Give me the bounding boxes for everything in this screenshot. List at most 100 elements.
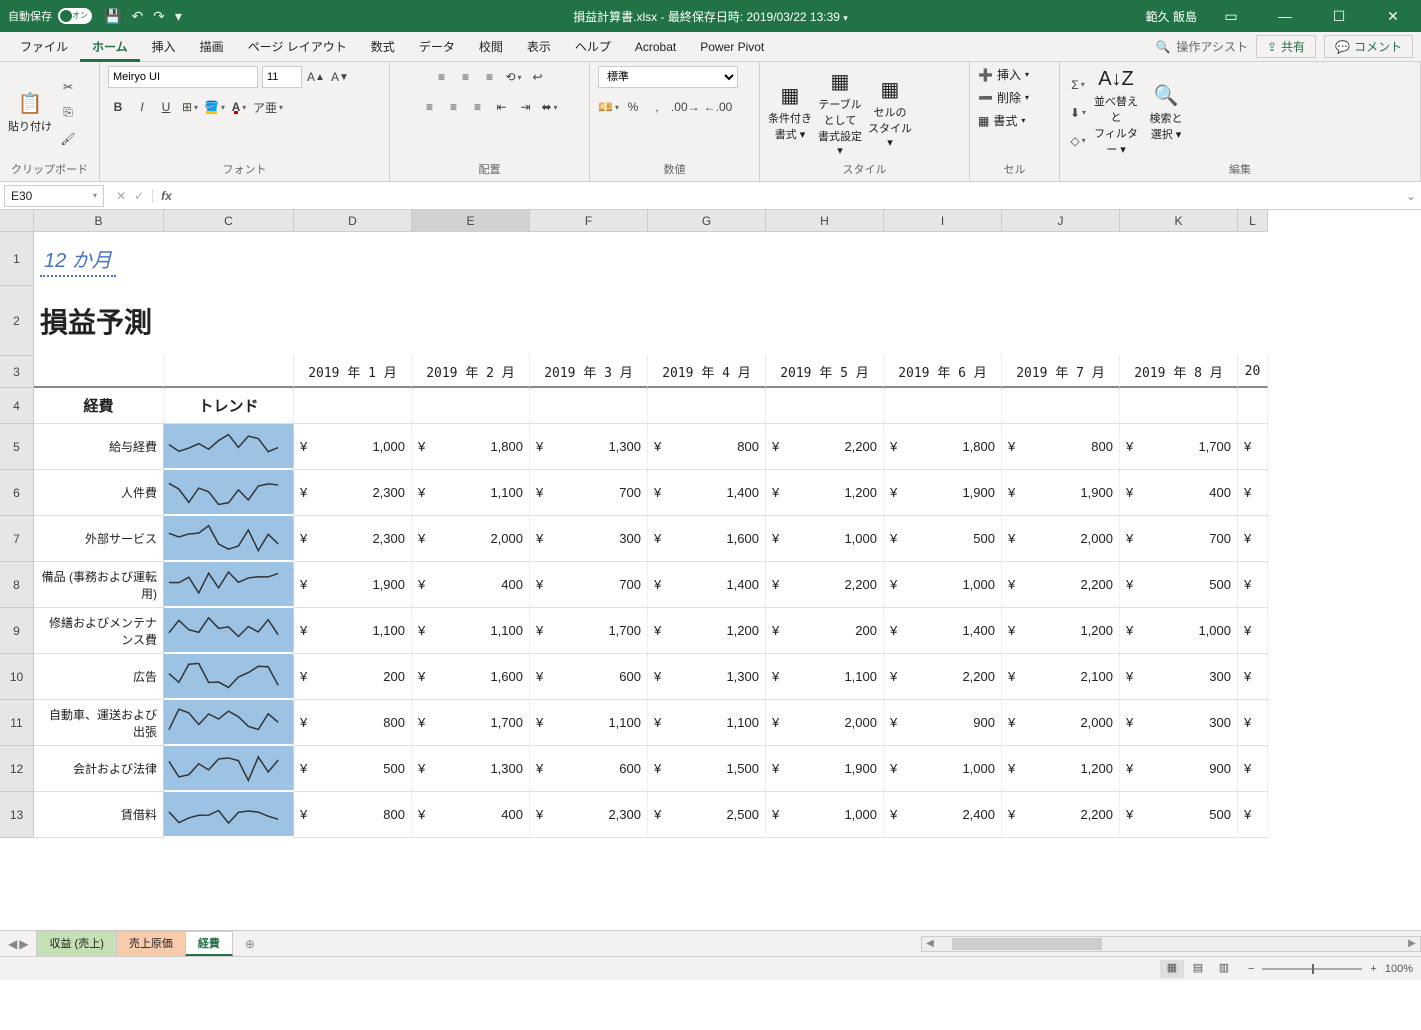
value-cell[interactable]: ¥1,800 <box>412 424 530 470</box>
sparkline-cell[interactable] <box>164 516 294 562</box>
value-cell[interactable]: ¥1,000 <box>766 516 884 562</box>
value-cell[interactable]: ¥1,300 <box>648 654 766 700</box>
align-top-icon[interactable]: ≡ <box>432 66 452 88</box>
format-as-table-button[interactable]: ▦テーブルとして 書式設定 ▾ <box>818 83 862 143</box>
value-cell[interactable]: ¥ <box>1238 654 1268 700</box>
share-button[interactable]: ⇪共有 <box>1256 35 1316 58</box>
cell[interactable] <box>164 232 294 286</box>
row-header-7[interactable]: 7 <box>0 516 34 562</box>
column-header-K[interactable]: K <box>1120 210 1238 232</box>
insert-cells-button[interactable]: ➕挿入▾ <box>978 66 1029 83</box>
tab-view[interactable]: 表示 <box>515 32 563 62</box>
value-cell[interactable]: ¥2,000 <box>766 700 884 746</box>
sparkline-cell[interactable] <box>164 654 294 700</box>
value-cell[interactable]: ¥1,200 <box>648 608 766 654</box>
fill-color-button[interactable]: 🪣 <box>204 96 225 118</box>
value-cell[interactable]: ¥ <box>1238 792 1268 838</box>
tab-formulas[interactable]: 数式 <box>359 32 407 62</box>
zoom-level[interactable]: 100% <box>1385 963 1413 975</box>
page-break-view-icon[interactable]: ▥ <box>1212 960 1236 978</box>
tab-pagelayout[interactable]: ページ レイアウト <box>236 32 359 62</box>
cell[interactable] <box>884 286 1002 356</box>
redo-icon[interactable]: ↷ <box>153 8 165 25</box>
value-cell[interactable]: ¥600 <box>530 654 648 700</box>
row-header-5[interactable]: 5 <box>0 424 34 470</box>
column-header-H[interactable]: H <box>766 210 884 232</box>
sort-filter-button[interactable]: A↓Z並べ替えと フィルター ▾ <box>1094 83 1138 143</box>
qat-dropdown-icon[interactable]: ▾ <box>175 8 182 25</box>
value-cell[interactable]: ¥500 <box>294 746 412 792</box>
column-header-E[interactable]: E <box>412 210 530 232</box>
font-size-select[interactable] <box>262 66 302 88</box>
value-cell[interactable]: ¥2,400 <box>884 792 1002 838</box>
sheet-nav-next-icon[interactable]: ▶ <box>19 937 28 951</box>
page-layout-view-icon[interactable]: ▤ <box>1186 960 1210 978</box>
close-icon[interactable]: ✕ <box>1373 8 1413 25</box>
cell[interactable] <box>294 388 412 424</box>
cell[interactable] <box>1238 388 1268 424</box>
value-cell[interactable]: ¥700 <box>530 562 648 608</box>
cell[interactable] <box>34 356 164 388</box>
value-cell[interactable]: ¥1,100 <box>530 700 648 746</box>
sparkline-cell[interactable] <box>164 700 294 746</box>
cell[interactable] <box>294 232 412 286</box>
row-label[interactable]: 備品 (事務および運転用) <box>34 562 164 608</box>
value-cell[interactable]: ¥400 <box>412 562 530 608</box>
value-cell[interactable]: ¥1,300 <box>530 424 648 470</box>
format-cells-button[interactable]: ▦書式▾ <box>978 112 1025 129</box>
trend-header[interactable]: トレンド <box>164 388 294 424</box>
cell[interactable] <box>294 286 412 356</box>
cell[interactable] <box>766 286 884 356</box>
cell[interactable] <box>164 356 294 388</box>
value-cell[interactable]: ¥ <box>1238 700 1268 746</box>
increase-decimal-icon[interactable]: .00→ <box>671 96 700 118</box>
cell[interactable] <box>1238 286 1268 356</box>
column-header-J[interactable]: J <box>1002 210 1120 232</box>
sparkline-cell[interactable] <box>164 792 294 838</box>
row-header-3[interactable]: 3 <box>0 356 34 388</box>
value-cell[interactable]: ¥1,600 <box>412 654 530 700</box>
month-header[interactable]: 2019 年 1 月 <box>294 356 412 388</box>
sparkline-cell[interactable] <box>164 470 294 516</box>
decrease-font-icon[interactable]: A▼ <box>330 66 350 88</box>
value-cell[interactable]: ¥1,000 <box>766 792 884 838</box>
value-cell[interactable]: ¥2,200 <box>884 654 1002 700</box>
paste-button[interactable]: 📋貼り付け <box>8 83 52 143</box>
value-cell[interactable]: ¥500 <box>884 516 1002 562</box>
italic-button[interactable]: I <box>132 96 152 118</box>
orientation-icon[interactable]: ⟲ <box>504 66 524 88</box>
fill-icon[interactable]: ⬇ <box>1068 102 1088 124</box>
value-cell[interactable]: ¥700 <box>1120 516 1238 562</box>
row-header-12[interactable]: 12 <box>0 746 34 792</box>
normal-view-icon[interactable]: ▦ <box>1160 960 1184 978</box>
value-cell[interactable]: ¥2,200 <box>1002 792 1120 838</box>
column-header-L[interactable]: L <box>1238 210 1268 232</box>
cell[interactable] <box>1120 388 1238 424</box>
fx-icon[interactable]: fx <box>153 189 180 203</box>
column-headers[interactable]: BCDEFGHIJKL <box>34 210 1268 232</box>
column-header-C[interactable]: C <box>164 210 294 232</box>
sparkline-cell[interactable] <box>164 424 294 470</box>
cell[interactable] <box>164 286 294 356</box>
value-cell[interactable]: ¥500 <box>1120 792 1238 838</box>
zoom-in-icon[interactable]: + <box>1370 963 1376 975</box>
value-cell[interactable]: ¥1,100 <box>648 700 766 746</box>
cell[interactable] <box>648 286 766 356</box>
expense-header[interactable]: 経費 <box>34 388 164 424</box>
tell-me-search[interactable]: 🔍操作アシスト <box>1155 38 1247 55</box>
value-cell[interactable]: ¥1,000 <box>884 746 1002 792</box>
cell[interactable] <box>412 388 530 424</box>
value-cell[interactable]: ¥800 <box>648 424 766 470</box>
zoom-slider[interactable] <box>1262 968 1362 970</box>
month-header[interactable]: 2019 年 3 月 <box>530 356 648 388</box>
autosave-toggle[interactable]: 自動保存 オン <box>8 8 92 24</box>
value-cell[interactable]: ¥1,400 <box>648 470 766 516</box>
month-header[interactable]: 2019 年 8 月 <box>1120 356 1238 388</box>
value-cell[interactable]: ¥2,300 <box>294 470 412 516</box>
format-painter-icon[interactable]: 🖌 <box>58 128 78 150</box>
delete-cells-button[interactable]: ➖削除▾ <box>978 89 1029 106</box>
value-cell[interactable]: ¥1,700 <box>530 608 648 654</box>
value-cell[interactable]: ¥800 <box>294 792 412 838</box>
value-cell[interactable]: ¥2,200 <box>766 424 884 470</box>
month-header[interactable]: 2019 年 6 月 <box>884 356 1002 388</box>
